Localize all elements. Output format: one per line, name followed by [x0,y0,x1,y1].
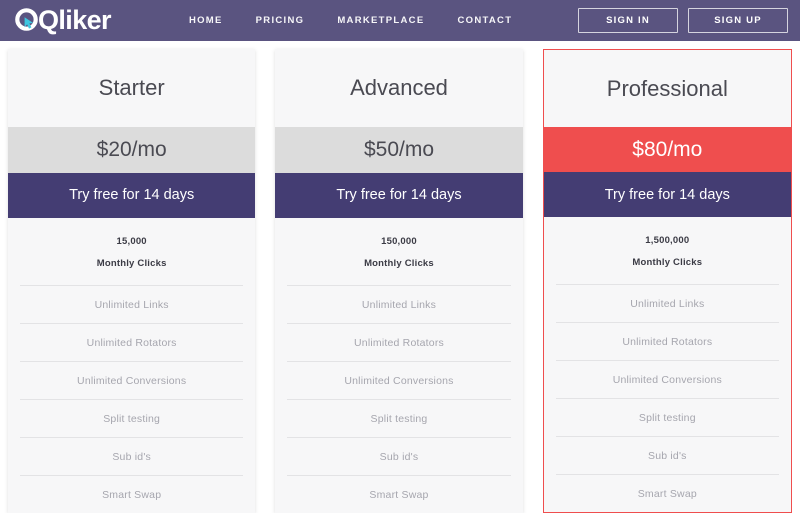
plan-title-professional: Professional [543,50,791,128]
feature-item: Unlimited Rotators [20,323,244,361]
feature-item: Unlimited Conversions [20,361,244,399]
top-navigation-bar: Qliker HOME PRICING MARKETPLACE CONTACT … [0,0,800,41]
pricing-card-starter: Starter $20/mo Try free for 14 days 15,000 M… [8,49,256,513]
feature-item: Unlimited Rotators [555,322,779,360]
plan-quota-professional: 1,500,000 Monthly Clicks [556,217,779,284]
feature-item: Sub id's [287,437,511,475]
pricing-card-advanced: Advanced $50/mo Try free for 14 days 150,00… [275,49,523,513]
nav-actions: SIGN IN SIGN UP [578,0,788,41]
feature-item: Split testing [555,398,779,436]
plan-quota-value: 1,500,000 [645,235,690,246]
plan-price-professional: $80/mo [543,127,791,173]
nav-link-contact[interactable]: CONTACT [457,15,512,26]
feature-item: Sub id's [555,436,779,474]
feature-item: Smart Swap [555,474,779,512]
feature-item: Unlimited Rotators [287,323,511,361]
plan-quota-value: 15,000 [116,236,147,248]
plan-features-professional: 1,500,000 Monthly Clicks Unlimited Links Un… [543,217,791,512]
sign-in-button[interactable]: SIGN IN [578,8,678,33]
feature-item: Smart Swap [287,475,511,513]
sign-up-button[interactable]: SIGN UP [688,8,788,33]
brand-name: Qliker [38,5,112,35]
nav-link-pricing[interactable]: PRICING [256,15,305,26]
q-cursor-icon [14,8,39,33]
plan-title-starter: Starter [8,49,256,128]
feature-item: Unlimited Conversions [555,360,779,398]
plan-features-advanced: 150,000 Monthly Clicks Unlimited Links Unli… [275,218,523,513]
plan-quota-starter: 15,000 Monthly Clicks [20,218,243,285]
plan-features-starter: 15,000 Monthly Clicks Unlimited Links Unlim… [8,218,256,513]
nav-link-marketplace[interactable]: MARKETPLACE [337,15,424,26]
plan-title-advanced: Advanced [275,49,523,128]
feature-item: Smart Swap [20,475,244,513]
feature-item: Unlimited Links [287,285,511,323]
plan-quota-label: Monthly Clicks [632,257,703,268]
feature-item: Split testing [287,399,511,437]
trial-cta-button-starter[interactable]: Try free for 14 days [8,172,256,219]
plan-quota-value: 150,000 [381,236,417,248]
nav-link-home[interactable]: HOME [189,15,223,26]
pricing-cards: Starter $20/mo Try free for 14 days 15,000 M… [0,41,800,513]
plan-price-advanced: $50/mo [275,127,523,173]
plan-quota-label: Monthly Clicks [364,258,434,270]
nav-links: HOME PRICING MARKETPLACE CONTACT [189,15,512,26]
plan-quota-label: Monthly Clicks [96,258,167,270]
trial-cta-button-professional[interactable]: Try free for 14 days [543,172,791,217]
brand-logo[interactable]: Qliker [14,5,112,35]
plan-quota-advanced: 150,000 Monthly Clicks [287,218,510,285]
feature-item: Sub id's [20,437,244,475]
feature-item: Unlimited Conversions [287,361,511,399]
feature-item: Unlimited Links [20,285,244,323]
plan-price-starter: $20/mo [8,127,256,173]
feature-item: Split testing [20,399,244,437]
feature-item: Unlimited Links [555,284,779,322]
trial-cta-button-advanced[interactable]: Try free for 14 days [275,172,523,219]
pricing-card-professional: Professional $80/mo Try free for 14 days 1,… [542,49,792,513]
